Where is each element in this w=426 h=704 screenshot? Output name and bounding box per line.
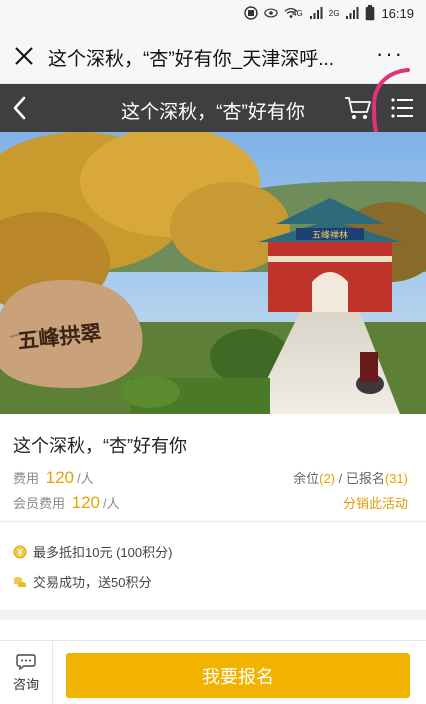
- event-hero-image: 五峰禅林 五峰拱翠: [0, 132, 426, 414]
- eye-icon: [264, 8, 278, 18]
- browser-header: 这个深秋，“杏”好有你_天津深呼... ···: [0, 28, 426, 84]
- member-fee-label: 会员费用: [13, 496, 66, 511]
- status-time: 16:19: [381, 5, 414, 21]
- event-title: 这个深秋，“杏”好有你: [13, 436, 187, 456]
- coins-stack-icon: [14, 576, 26, 587]
- signed-label: 已报名: [345, 471, 385, 486]
- fee-row: 费用 120/人: [13, 468, 94, 488]
- fee-value: 120: [45, 468, 75, 487]
- network-2g-label: 2G: [328, 8, 340, 18]
- close-icon[interactable]: [12, 44, 36, 68]
- coin-icon: [13, 545, 27, 558]
- perk-bonus-points: 交易成功，送50积分: [13, 572, 151, 591]
- perk-text: 交易成功，送50积分: [33, 575, 152, 590]
- bottom-action-bar: 咨询 我要报名: [0, 640, 426, 704]
- quota-separator: /: [335, 471, 346, 486]
- battery-icon: [366, 5, 375, 21]
- chat-bubble-icon: [16, 654, 36, 671]
- status-icons: [244, 6, 298, 20]
- section-divider: [0, 521, 426, 522]
- section-gap: [0, 610, 426, 620]
- status-bar: 4G 2G 16:19: [0, 0, 426, 28]
- signed-count: (31): [384, 471, 408, 486]
- hero-illustration: 五峰禅林 五峰拱翠: [0, 132, 426, 414]
- browser-page-title: 这个深秋，“杏”好有你_天津深呼...: [48, 49, 335, 70]
- consult-button[interactable]: 咨询: [6, 653, 46, 693]
- member-fee-row: 会员费用 120/人: [13, 493, 120, 513]
- perk-points-deduction: 最多抵扣10元 (100积分): [13, 542, 172, 561]
- network-4g-label: 4G: [292, 8, 303, 18]
- hd-icon: [244, 6, 258, 20]
- perk-text: 最多抵扣10元 (100积分): [33, 545, 173, 560]
- temple-plaque-text: 五峰禅林: [312, 229, 348, 241]
- bottom-divider: [52, 641, 53, 704]
- fee-label: 费用: [13, 471, 40, 486]
- signal-icon: [346, 7, 359, 19]
- fee-unit: /人: [77, 471, 94, 486]
- remaining-count: (2): [319, 471, 336, 486]
- consult-label: 咨询: [12, 677, 39, 692]
- remaining-label: 余位: [293, 471, 320, 486]
- member-fee-value: 120: [71, 493, 101, 512]
- nav-bar: 这个深秋，“杏”好有你: [0, 84, 426, 132]
- signup-button[interactable]: 我要报名: [66, 653, 410, 698]
- quota-info: 余位(2) / 已报名(31): [293, 468, 408, 487]
- member-fee-unit: /人: [103, 496, 120, 511]
- more-options-button[interactable]: ···: [376, 43, 404, 65]
- share-activity-link[interactable]: 分销此活动: [343, 493, 408, 512]
- signal-icon: [309, 7, 323, 19]
- status-right: 4G 2G 16:19: [292, 5, 414, 21]
